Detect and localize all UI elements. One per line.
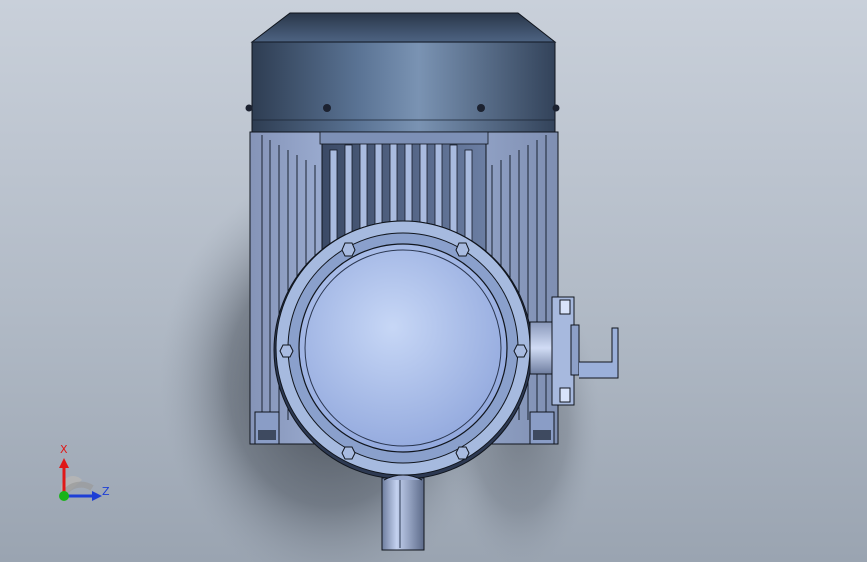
screw-icon — [323, 104, 331, 112]
x-axis-label: X — [60, 443, 68, 456]
coordinate-triad: X Z — [40, 436, 120, 512]
fan-cover[interactable] — [245, 12, 560, 133]
bolt-icon — [513, 344, 528, 358]
bolt-icon — [279, 344, 294, 358]
z-axis-label: Z — [102, 485, 110, 498]
end-flange[interactable] — [273, 220, 533, 480]
screw-icon — [477, 104, 485, 112]
graphics-viewport[interactable]: X Z — [0, 0, 867, 562]
triad-graphic — [59, 458, 102, 501]
bolt-icon — [455, 242, 470, 257]
motor-shaft[interactable] — [381, 474, 425, 551]
bolt-icon — [341, 446, 356, 460]
bolt-icon — [341, 242, 356, 257]
screw-icon — [552, 104, 560, 112]
origin-icon — [59, 491, 69, 501]
screw-icon — [245, 104, 253, 112]
motor-model[interactable] — [0, 0, 867, 562]
bolt-icon — [455, 446, 470, 460]
